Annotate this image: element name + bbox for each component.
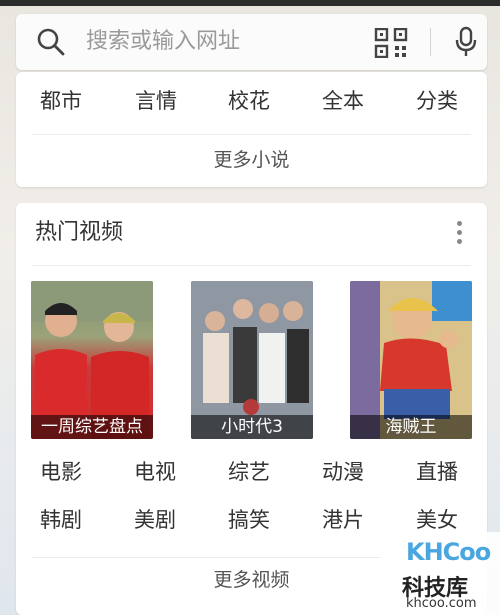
novel-category-row: 都市 言情 校花 全本 分类 (16, 86, 487, 120)
qr-scan-icon[interactable] (374, 28, 408, 58)
search-bar[interactable]: 搜索或输入网址 (16, 14, 487, 70)
novel-category-item[interactable]: 校花 (228, 86, 270, 116)
video-category-item[interactable]: 韩剧 (40, 505, 82, 535)
more-options-icon[interactable] (454, 221, 464, 247)
search-icon (37, 28, 65, 56)
novel-category-item[interactable]: 分类 (416, 86, 458, 116)
novel-category-item[interactable]: 全本 (322, 86, 364, 116)
novel-category-item[interactable]: 言情 (135, 86, 177, 116)
more-novels-link[interactable]: 更多小说 (16, 146, 487, 174)
watermark-logo: KHCoo (406, 538, 491, 566)
video-caption: 小时代3 (191, 415, 313, 439)
watermark: KHCoo 科技库 khcoo.com (380, 532, 500, 615)
video-caption: 一周综艺盘点 (31, 415, 153, 439)
video-category-item[interactable]: 综艺 (228, 457, 270, 487)
card-divider (32, 134, 471, 135)
search-divider (430, 28, 431, 56)
status-bar-edge (0, 0, 500, 6)
video-category-item[interactable]: 搞笑 (228, 505, 270, 535)
video-category-item[interactable]: 动漫 (322, 457, 364, 487)
watermark-domain: khcoo.com (406, 596, 477, 611)
video-category-item[interactable]: 美剧 (134, 505, 176, 535)
video-caption: 海贼王 (350, 415, 472, 439)
video-category-item[interactable]: 美女 (416, 505, 458, 535)
card-title: 热门视频 (35, 220, 124, 245)
video-category-item[interactable]: 电视 (134, 457, 176, 487)
novel-card: 都市 言情 校花 全本 分类 更多小说 (16, 72, 487, 187)
microphone-icon[interactable] (453, 26, 479, 58)
video-thumbnail[interactable]: 小时代3 (191, 281, 313, 439)
video-category-item[interactable]: 直播 (416, 457, 458, 487)
video-thumbnail[interactable]: 一周综艺盘点 (31, 281, 153, 439)
novel-category-item[interactable]: 都市 (40, 86, 82, 116)
card-divider (32, 265, 471, 266)
video-thumbnail[interactable]: 海贼王 (350, 281, 472, 439)
search-input[interactable]: 搜索或输入网址 (86, 14, 240, 70)
video-category-item[interactable]: 港片 (322, 505, 364, 535)
video-category-item[interactable]: 电影 (40, 457, 82, 487)
